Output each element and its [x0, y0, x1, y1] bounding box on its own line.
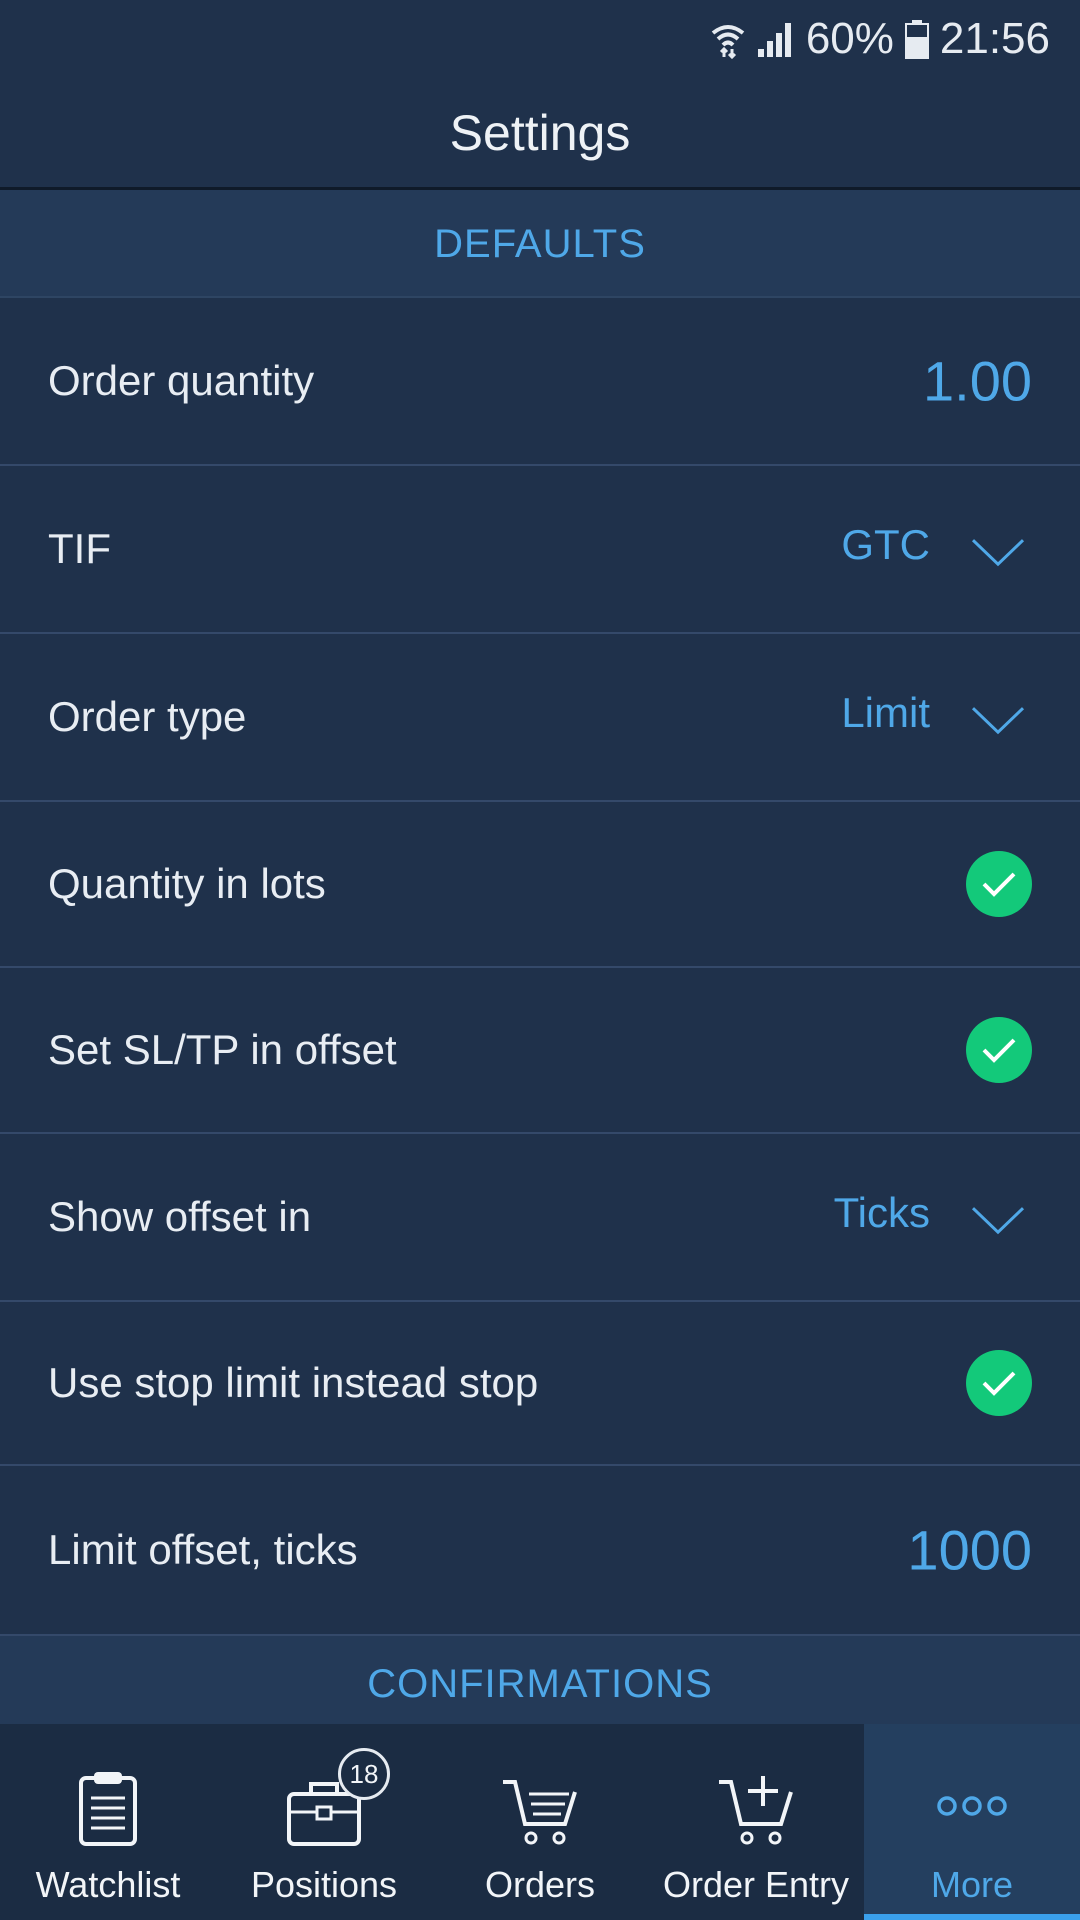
tab-more-label: More [930, 1864, 1014, 1905]
chevron-down-icon[interactable] [970, 704, 1026, 736]
row-sl-tp-offset[interactable]: Set SL/TP in offset [0, 968, 1080, 1134]
bottom-tab-bar: Watchlist 18 Positions Orders Order Entr… [0, 1724, 1080, 1920]
order-type-value[interactable]: Limit [841, 689, 930, 737]
row-limit-offset[interactable]: Limit offset, ticks 1000 [0, 1466, 1080, 1636]
tab-positions-label: Positions [250, 1864, 398, 1905]
show-offset-in-value[interactable]: Ticks [834, 1189, 930, 1237]
row-tif[interactable]: TIF GTC [0, 466, 1080, 634]
tab-order-entry[interactable]: Order Entry [648, 1724, 864, 1920]
quantity-in-lots-checkbox[interactable] [966, 851, 1032, 917]
check-icon [982, 872, 1016, 897]
order-quantity-label: Order quantity [48, 357, 315, 404]
stop-limit-checkbox[interactable] [966, 1350, 1032, 1416]
stop-limit-label: Use stop limit instead stop [48, 1359, 539, 1406]
tab-order-entry-label: Order Entry [662, 1864, 850, 1905]
section-header-defaults: DEFAULTS [0, 190, 1080, 298]
tab-more[interactable]: More [864, 1724, 1080, 1920]
sl-tp-offset-checkbox[interactable] [966, 1017, 1032, 1083]
row-order-type[interactable]: Order type Limit [0, 634, 1080, 802]
section-header-confirmations: CONFIRMATIONS [0, 1636, 1080, 1724]
tab-watchlist-label: Watchlist [35, 1864, 181, 1905]
row-show-offset-in[interactable]: Show offset in Ticks [0, 1134, 1080, 1302]
chevron-down-icon[interactable] [970, 1204, 1026, 1236]
check-icon [982, 1038, 1016, 1063]
battery-percent: 60% [805, 14, 894, 63]
tab-orders[interactable]: Orders [432, 1724, 648, 1920]
tab-watchlist[interactable]: Watchlist [0, 1724, 216, 1920]
tif-label: TIF [48, 525, 111, 572]
clipboard-icon [79, 1772, 137, 1846]
show-offset-in-label: Show offset in [48, 1193, 312, 1240]
limit-offset-label: Limit offset, ticks [48, 1526, 358, 1573]
section-title-confirmations: CONFIRMATIONS [367, 1662, 713, 1706]
cart-plus-icon [719, 1776, 793, 1845]
row-quantity-in-lots[interactable]: Quantity in lots [0, 802, 1080, 968]
order-quantity-value[interactable]: 1.00 [923, 349, 1032, 414]
sl-tp-offset-label: Set SL/TP in offset [48, 1026, 397, 1073]
quantity-in-lots-label: Quantity in lots [48, 860, 326, 907]
page-title: Settings [449, 105, 631, 161]
more-dots-icon [937, 1796, 1007, 1816]
tif-value[interactable]: GTC [841, 521, 930, 569]
order-type-label: Order type [48, 693, 247, 740]
section-title-defaults: DEFAULTS [434, 222, 646, 266]
chevron-down-icon[interactable] [970, 536, 1026, 568]
check-icon [982, 1371, 1016, 1396]
row-stop-limit[interactable]: Use stop limit instead stop [0, 1302, 1080, 1466]
title-bar: Settings [0, 78, 1080, 190]
wifi-icon [711, 25, 745, 59]
cart-icon [503, 1780, 577, 1845]
row-order-quantity[interactable]: Order quantity 1.00 [0, 298, 1080, 466]
limit-offset-value[interactable]: 1000 [907, 1518, 1032, 1583]
clock: 21:56 [939, 14, 1050, 63]
tab-positions[interactable]: 18 Positions [216, 1724, 432, 1920]
tab-orders-label: Orders [484, 1864, 596, 1905]
battery-icon [904, 20, 929, 59]
positions-badge: 18 [338, 1748, 390, 1800]
signal-icon [757, 23, 791, 57]
status-bar: 60% 21:56 [0, 0, 1080, 78]
